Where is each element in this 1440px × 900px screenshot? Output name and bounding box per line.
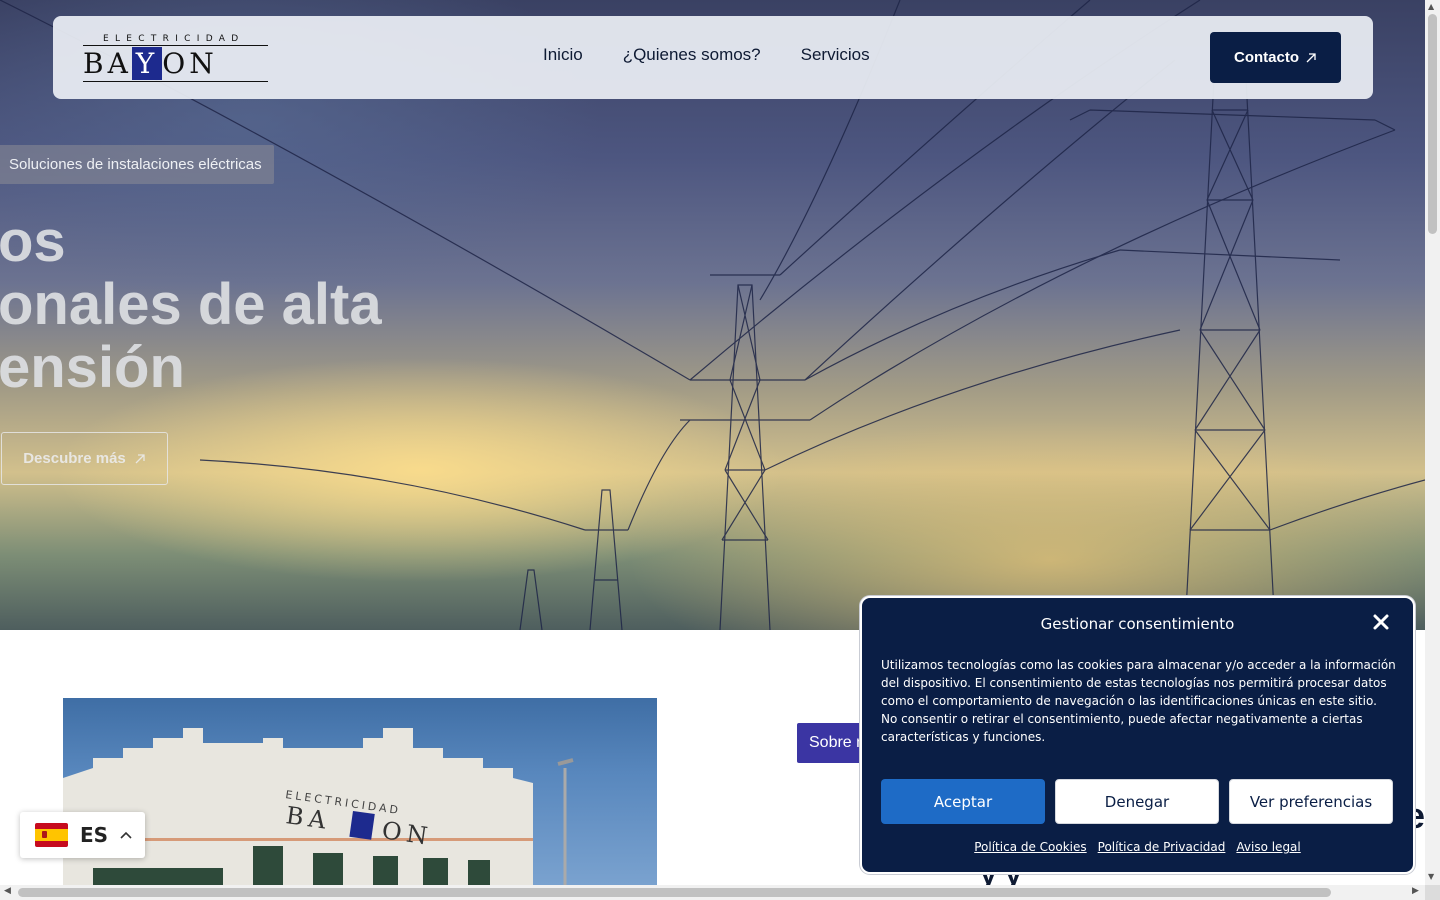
hero-headline-line: os bbox=[0, 209, 66, 274]
logo-small-text: ELECTRICIDAD bbox=[103, 34, 245, 44]
nav-link-quienes-somos[interactable]: ¿Quienes somos? bbox=[623, 45, 761, 65]
language-code: ES bbox=[80, 823, 109, 847]
legal-notice-link[interactable]: Aviso legal bbox=[1236, 840, 1300, 854]
scroll-left-arrow-icon[interactable]: ◀ bbox=[4, 886, 11, 896]
logo-wordmark-y: Y bbox=[131, 47, 163, 80]
logo-wordmark-part: BA bbox=[83, 47, 132, 80]
consent-links: Política de Cookies Política de Privacid… bbox=[862, 840, 1413, 854]
consent-actions: Aceptar Denegar Ver preferencias bbox=[881, 779, 1393, 824]
contact-button-label: Contacto bbox=[1234, 49, 1299, 66]
building-illustration: ELECTRICIDAD BA ON bbox=[63, 728, 574, 885]
company-building-photo: ELECTRICIDAD BA ON bbox=[63, 698, 657, 885]
vertical-scroll-thumb[interactable] bbox=[1428, 14, 1437, 234]
arrow-up-right-icon bbox=[1306, 52, 1316, 62]
scroll-right-arrow-icon[interactable]: ▶ bbox=[1412, 886, 1419, 896]
deny-button[interactable]: Denegar bbox=[1055, 779, 1219, 824]
hero-badge: Soluciones de instalaciones eléctricas bbox=[0, 145, 274, 184]
discover-more-label: Descubre más bbox=[23, 450, 126, 467]
main-nav: Inicio ¿Quienes somos? Servicios bbox=[543, 45, 870, 65]
logo-wordmark-part: ON bbox=[162, 47, 218, 80]
nav-link-servicios[interactable]: Servicios bbox=[801, 45, 870, 65]
privacy-policy-link[interactable]: Política de Privacidad bbox=[1098, 840, 1226, 854]
brand-logo[interactable]: ELECTRICIDAD BA Y ON bbox=[83, 34, 268, 84]
cookie-consent-dialog: Gestionar consentimiento Utilizamos tecn… bbox=[860, 596, 1415, 874]
logo-divider bbox=[83, 45, 268, 46]
chevron-up-icon bbox=[120, 827, 132, 843]
language-switcher[interactable]: ES bbox=[20, 812, 145, 858]
scrollbar-corner bbox=[1425, 885, 1440, 900]
arrow-up-right-icon bbox=[135, 453, 145, 463]
close-icon[interactable] bbox=[1369, 610, 1393, 634]
top-navbar: ELECTRICIDAD BA Y ON Inicio ¿Quienes somos… bbox=[53, 16, 1373, 99]
consent-body: Utilizamos tecnologías como las cookies … bbox=[881, 658, 1396, 744]
view-preferences-button[interactable]: Ver preferencias bbox=[1229, 779, 1393, 824]
hero-headline-line: ensión bbox=[0, 335, 185, 400]
hero-headline-line: onales de alta bbox=[0, 272, 382, 337]
about-badge: Sobre nosotros bbox=[797, 723, 867, 763]
hero-headline: os onales de alta ensión bbox=[0, 210, 382, 399]
logo-wordmark: BA Y ON bbox=[83, 47, 218, 80]
discover-more-button[interactable]: Descubre más bbox=[1, 432, 168, 485]
consent-title: Gestionar consentimiento bbox=[1040, 615, 1235, 633]
scroll-down-arrow-icon[interactable]: ▼ bbox=[1428, 872, 1434, 881]
spain-flag-icon bbox=[35, 823, 68, 847]
scroll-up-arrow-icon[interactable]: ▲ bbox=[1428, 2, 1434, 11]
nav-link-inicio[interactable]: Inicio bbox=[543, 45, 583, 65]
horizontal-scrollbar[interactable]: ◀ ▶ bbox=[0, 885, 1425, 900]
contact-button[interactable]: Contacto bbox=[1210, 32, 1341, 83]
accept-button[interactable]: Aceptar bbox=[881, 779, 1045, 824]
cookie-policy-link[interactable]: Política de Cookies bbox=[974, 840, 1086, 854]
horizontal-scroll-thumb[interactable] bbox=[18, 888, 1331, 897]
vertical-scrollbar[interactable]: ▲ ▼ bbox=[1425, 0, 1440, 885]
logo-divider bbox=[83, 81, 268, 82]
